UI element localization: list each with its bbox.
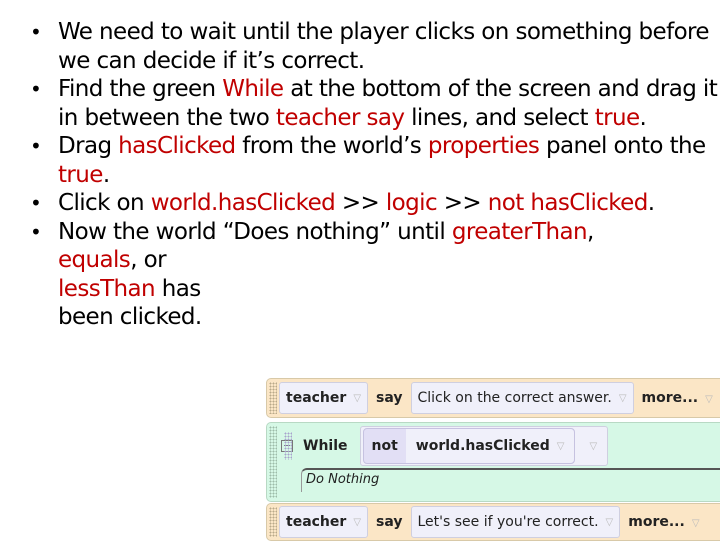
bullet-dot-icon: • [30,77,42,101]
text-run: from the world’s [235,133,428,159]
not-expression[interactable]: not world.hasClicked ▽ [284,428,576,464]
text-argument[interactable]: Let's see if you're correct. ▽ [410,506,621,538]
bullet-1: • We need to wait until the player clicks… [30,18,720,75]
teacher-say-statement-1[interactable]: teacher ▽ say Click on the correct answer… [266,378,720,418]
dropdown-arrow-icon: ▽ [353,392,362,404]
highlighted-term: lessThan [58,275,156,302]
highlighted-term: teacher say [275,104,405,131]
not-keyword: not [371,438,398,454]
text-run: >> [437,190,488,216]
bullet-5: • Now the world “Does nothing” until gre… [30,218,720,332]
text-run: , [586,218,594,245]
more-label: more... [628,514,685,530]
bullet-list: • We need to wait until the player clicks… [30,18,720,332]
more-button[interactable]: more... ▽ [620,514,707,530]
dropdown-arrow-icon: ▽ [556,440,565,452]
text-run: Now the world “Does nothing” until [58,218,452,245]
dropdown-arrow-icon: ▽ [618,392,627,404]
more-label: more... [641,390,699,406]
drag-handle[interactable] [269,382,277,414]
bullet-text-line: Now the world “Does nothing” until great… [58,218,720,247]
text-run: Find the green [58,76,223,102]
bullet-text-line: lessThan has [58,275,720,304]
text-run: lines, and select [404,104,595,131]
highlighted-term: world.hasClicked [150,190,336,216]
argument-label: Let's see if you're correct. [417,514,599,530]
dropdown-arrow-icon: ▽ [353,516,362,528]
drag-handle[interactable] [269,426,277,498]
highlighted-term: equals [58,247,131,273]
bullet-dot-icon: • [30,20,42,44]
dropdown-arrow-icon: ▽ [605,516,614,528]
drag-handle[interactable] [269,507,277,537]
bullet-text-line: been clicked. [58,303,720,332]
text-run: has [155,275,201,302]
while-loop-block[interactable]: While not world.hasClicked ▽ ▽ Do Nothing [266,422,720,502]
condition-slot[interactable]: not world.hasClicked ▽ ▽ [284,426,609,466]
do-nothing-label: Do Nothing [306,472,380,487]
bullet-dot-icon: • [30,219,42,244]
while-keyword: While [303,438,348,454]
text-run: , or [130,247,166,273]
highlighted-term: logic [385,190,438,216]
teacher-say-statement-2[interactable]: teacher ▽ say Let's see if you're correct… [266,503,720,541]
drag-handle[interactable] [284,432,292,460]
object-label: teacher [286,390,347,406]
highlighted-term: While [222,76,284,102]
object-label: teacher [286,514,347,530]
condition-value[interactable]: world.hasClicked ▽ [405,429,575,463]
loop-body[interactable]: Do Nothing [301,468,720,492]
dropdown-arrow-icon: ▽ [691,518,700,529]
condition-label: world.hasClicked [415,438,550,454]
bullet-text: Drag hasClicked from the world’s propert… [58,133,706,188]
bullet-text: We need to wait until the player clicks … [58,19,710,74]
text-run: >> [335,190,386,216]
highlighted-term: greaterThan [451,218,588,245]
bullet-dot-icon: • [30,134,42,158]
bullet-text: Click on world.hasClicked >> logic >> no… [58,190,655,216]
highlighted-term: true [594,104,640,131]
text-run: . [639,104,647,131]
text-run: . [647,190,655,216]
highlighted-term: not hasClicked [487,190,649,216]
bullet-4: • Click on world.hasClicked >> logic >> n… [30,189,720,218]
text-run: panel onto the [539,133,706,159]
object-selector[interactable]: teacher ▽ [279,382,369,414]
bullet-text-line: equals, or [58,246,720,275]
bullet-2: • Find the green While at the bottom of t… [30,75,720,132]
highlighted-term: hasClicked [118,133,236,159]
text-run: Click on [58,190,151,216]
code-editor-snippet: teacher ▽ say Click on the correct answer… [266,378,720,541]
bullet-dot-icon: • [30,191,42,215]
bullet-text: Find the green While at the bottom of th… [58,76,718,131]
text-run: Drag [58,133,119,159]
text-run: been clicked. [58,304,202,330]
method-label: say [376,514,403,530]
highlighted-term: properties [427,133,540,159]
text-run: We need to wait until the player clicks … [58,19,710,74]
object-selector[interactable]: teacher ▽ [279,506,369,538]
argument-label: Click on the correct answer. [417,390,612,406]
text-argument[interactable]: Click on the correct answer. ▽ [410,382,634,414]
dropdown-arrow-icon: ▽ [705,394,713,405]
dropdown-arrow-icon[interactable]: ▽ [589,441,597,452]
text-run: . [102,161,110,188]
highlighted-term: true [58,161,103,188]
bullet-3: • Drag hasClicked from the world’s proper… [30,132,720,189]
more-button[interactable]: more... ▽ [634,390,720,406]
method-label: say [376,390,403,406]
